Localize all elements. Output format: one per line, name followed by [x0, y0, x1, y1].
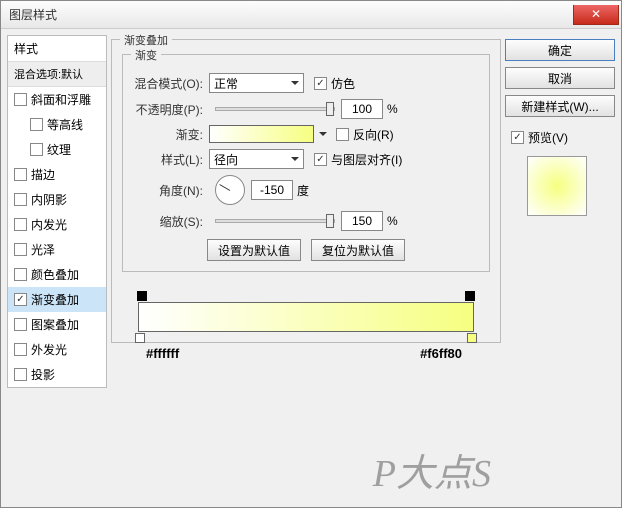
style-label: 样式(L):: [133, 151, 203, 168]
preview-swatch: [527, 156, 587, 216]
angle-input[interactable]: -150: [251, 180, 293, 200]
style-item-label: 颜色叠加: [31, 266, 79, 283]
reset-default-button[interactable]: 复位为默认值: [311, 239, 405, 261]
styles-panel: 样式 混合选项:默认 斜面和浮雕等高线纹理描边内阴影内发光光泽颜色叠加渐变叠加图…: [7, 35, 107, 501]
check-icon[interactable]: [14, 193, 27, 206]
angle-label: 角度(N):: [133, 182, 203, 199]
check-icon: [511, 131, 524, 144]
style-item-2[interactable]: 纹理: [8, 137, 106, 162]
check-icon[interactable]: [30, 118, 43, 131]
style-item-9[interactable]: 图案叠加: [8, 312, 106, 337]
dialog-title: 图层样式: [9, 6, 573, 23]
preview-checkbox[interactable]: 预览(V): [511, 129, 615, 146]
stop-label-right: #f6ff80: [420, 346, 462, 361]
scale-input[interactable]: 150: [341, 211, 383, 231]
gradient-overlay-group: 渐变叠加 渐变 混合模式(O): 正常 仿色 不透明度(P):: [111, 39, 501, 343]
style-item-label: 斜面和浮雕: [31, 91, 91, 108]
check-icon[interactable]: [14, 293, 27, 306]
gradient-inner-group: 渐变 混合模式(O): 正常 仿色 不透明度(P): 100 %: [122, 54, 490, 272]
opacity-stop-right[interactable]: [465, 291, 475, 301]
opacity-input[interactable]: 100: [341, 99, 383, 119]
check-icon[interactable]: [14, 318, 27, 331]
blend-mode-label: 混合模式(O):: [133, 75, 203, 92]
check-icon[interactable]: [14, 243, 27, 256]
style-item-4[interactable]: 内阴影: [8, 187, 106, 212]
color-stop-left[interactable]: [135, 333, 145, 343]
watermark: P大点S: [373, 442, 491, 497]
style-item-1[interactable]: 等高线: [8, 112, 106, 137]
close-icon: ✕: [591, 7, 601, 21]
style-item-6[interactable]: 光泽: [8, 237, 106, 262]
style-item-label: 等高线: [47, 116, 83, 133]
gradient-label: 渐变:: [133, 126, 203, 143]
check-icon[interactable]: [14, 218, 27, 231]
action-panel: 确定 取消 新建样式(W)... 预览(V): [505, 35, 615, 501]
style-item-label: 投影: [31, 366, 55, 383]
opacity-label: 不透明度(P):: [133, 101, 203, 118]
check-icon[interactable]: [14, 368, 27, 381]
blend-mode-select[interactable]: 正常: [209, 73, 304, 93]
reverse-checkbox[interactable]: 反向(R): [336, 126, 394, 143]
style-item-3[interactable]: 描边: [8, 162, 106, 187]
ok-button[interactable]: 确定: [505, 39, 615, 61]
blending-options[interactable]: 混合选项:默认: [8, 62, 106, 87]
angle-dial[interactable]: [215, 175, 245, 205]
gradient-editor[interactable]: #ffffff #f6ff80: [138, 302, 474, 332]
color-stop-right[interactable]: [467, 333, 477, 343]
check-icon: [314, 153, 327, 166]
style-item-label: 内发光: [31, 216, 67, 233]
new-style-button[interactable]: 新建样式(W)...: [505, 95, 615, 117]
check-icon[interactable]: [14, 268, 27, 281]
scale-slider[interactable]: [215, 219, 335, 223]
style-item-7[interactable]: 颜色叠加: [8, 262, 106, 287]
style-item-11[interactable]: 投影: [8, 362, 106, 387]
align-checkbox[interactable]: 与图层对齐(I): [314, 151, 402, 168]
style-item-label: 外发光: [31, 341, 67, 358]
stop-label-left: #ffffff: [146, 346, 179, 361]
group-legend: 渐变叠加: [120, 32, 172, 48]
style-item-0[interactable]: 斜面和浮雕: [8, 87, 106, 112]
style-item-label: 描边: [31, 166, 55, 183]
gradient-bar[interactable]: [138, 302, 474, 332]
style-item-label: 图案叠加: [31, 316, 79, 333]
check-icon[interactable]: [14, 343, 27, 356]
style-item-label: 渐变叠加: [31, 291, 79, 308]
style-select[interactable]: 径向: [209, 149, 304, 169]
settings-panel: 渐变叠加 渐变 混合模式(O): 正常 仿色 不透明度(P):: [111, 35, 501, 501]
style-item-10[interactable]: 外发光: [8, 337, 106, 362]
style-item-label: 内阴影: [31, 191, 67, 208]
scale-label: 缩放(S):: [133, 213, 203, 230]
close-button[interactable]: ✕: [573, 5, 619, 25]
check-icon: [314, 77, 327, 90]
dither-checkbox[interactable]: 仿色: [314, 75, 355, 92]
opacity-stop-left[interactable]: [137, 291, 147, 301]
gradient-swatch[interactable]: [209, 125, 314, 143]
style-item-8[interactable]: 渐变叠加: [8, 287, 106, 312]
styles-header[interactable]: 样式: [8, 36, 106, 62]
layer-style-dialog: 图层样式 ✕ 样式 混合选项:默认 斜面和浮雕等高线纹理描边内阴影内发光光泽颜色…: [0, 0, 622, 508]
check-icon[interactable]: [30, 143, 43, 156]
cancel-button[interactable]: 取消: [505, 67, 615, 89]
check-icon: [336, 128, 349, 141]
opacity-slider[interactable]: [215, 107, 335, 111]
style-item-5[interactable]: 内发光: [8, 212, 106, 237]
check-icon[interactable]: [14, 93, 27, 106]
style-item-label: 纹理: [47, 141, 71, 158]
inner-legend: 渐变: [131, 47, 161, 63]
titlebar: 图层样式 ✕: [1, 1, 621, 29]
make-default-button[interactable]: 设置为默认值: [207, 239, 301, 261]
style-item-label: 光泽: [31, 241, 55, 258]
check-icon[interactable]: [14, 168, 27, 181]
